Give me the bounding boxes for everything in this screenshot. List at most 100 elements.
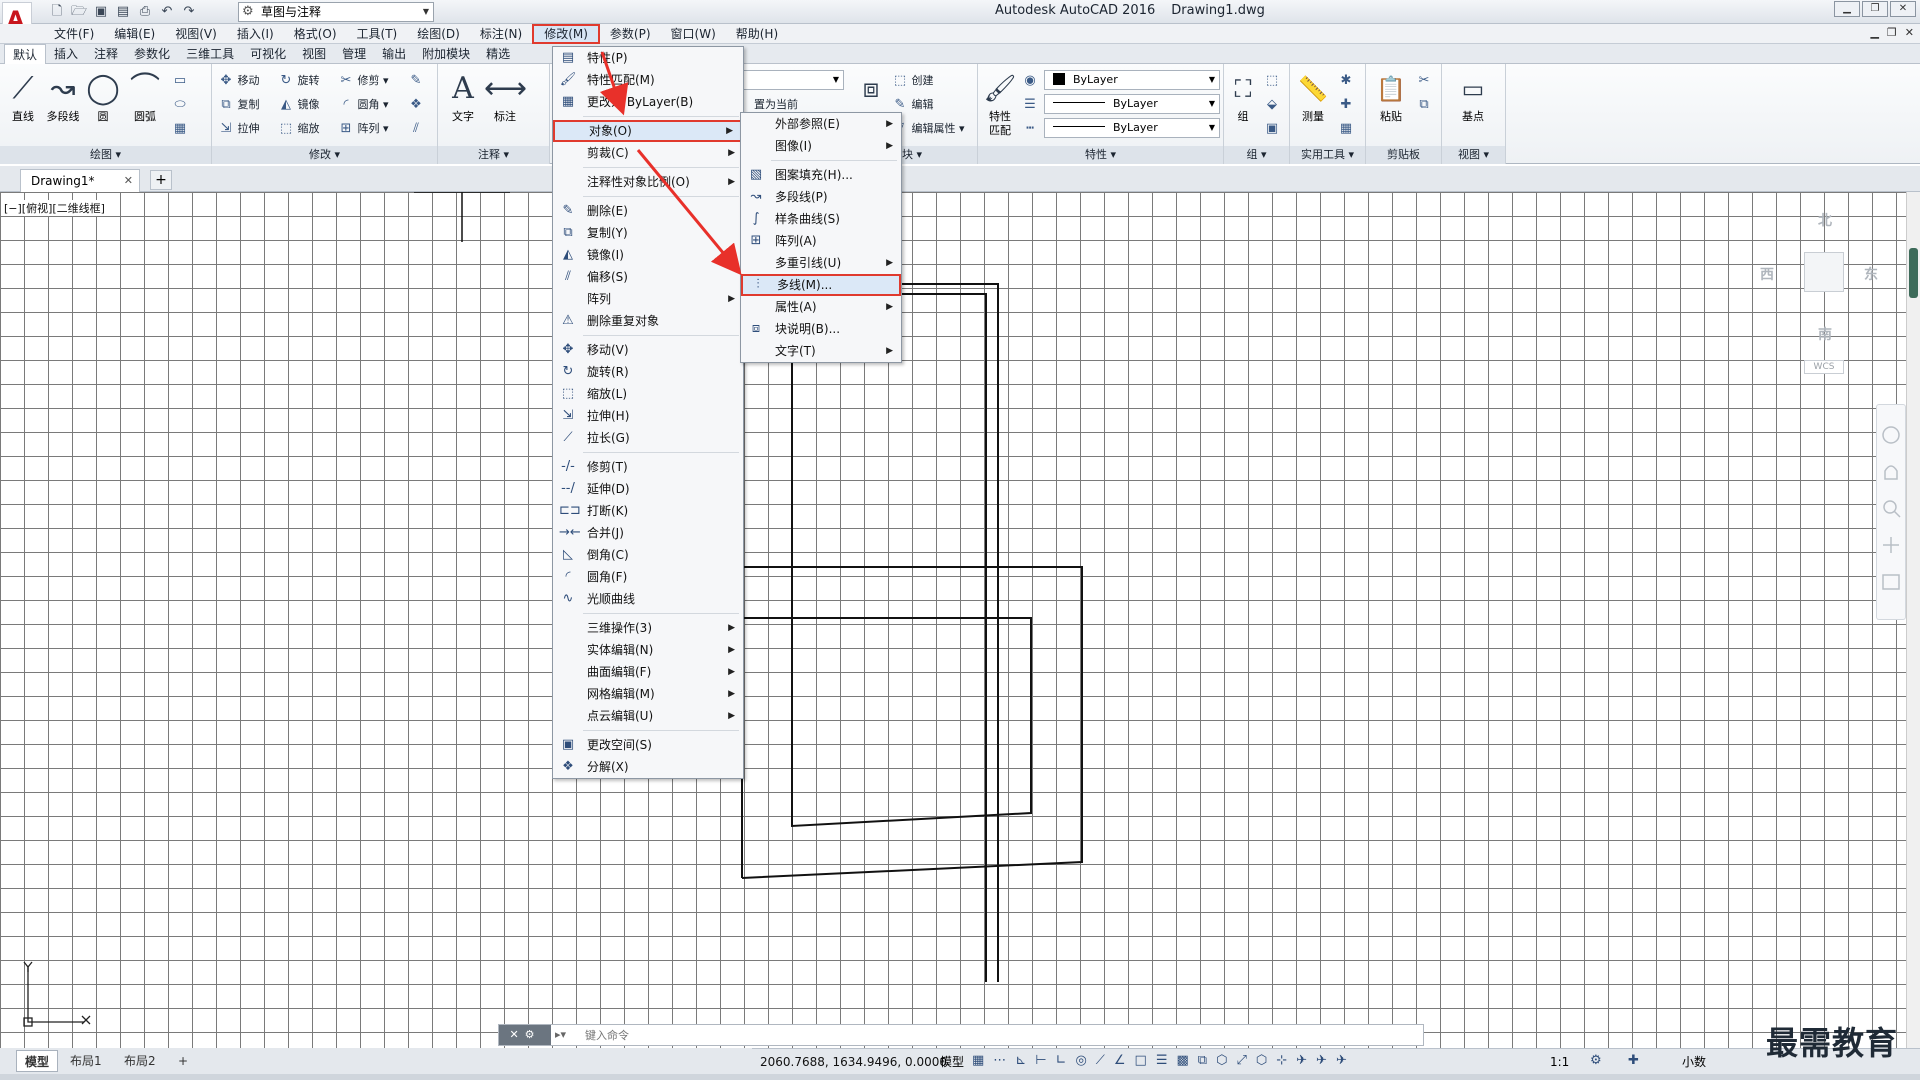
color-dropdown[interactable]: ByLayer ▼ xyxy=(1044,70,1220,90)
modify-menu-item-32[interactable]: 曲面编辑(F) ▶ xyxy=(553,661,743,683)
modify-menu-item-7[interactable]: 注释性对象比例(O) ▶ xyxy=(553,171,743,193)
color-wheel-button[interactable]: ◉ xyxy=(1022,70,1038,92)
rectangle-tool-button[interactable]: ▭ xyxy=(172,70,188,92)
modify-menu-item-28[interactable]: ∿ 光顺曲线 xyxy=(553,588,743,610)
model-space-toggle[interactable]: 模型 xyxy=(940,1049,964,1075)
object-submenu-item-5[interactable]: ∫ 样条曲线(S) xyxy=(741,208,901,230)
3d-osnap-icon[interactable]: ⬡ xyxy=(1216,1053,1227,1068)
dimension-tool-button[interactable]: ⟷ 标注 xyxy=(484,68,527,138)
quick-select-button[interactable]: ✱ xyxy=(1338,70,1354,92)
grid-icon[interactable]: ▦ xyxy=(972,1053,984,1068)
copy-button[interactable]: ⧉ 复制 xyxy=(218,94,259,116)
menu-item-8[interactable]: 修改(M) xyxy=(532,24,600,44)
modify-panel-title[interactable]: 修改 ▾ xyxy=(212,146,437,164)
trim-button[interactable]: ✂ 修剪 ▾ xyxy=(338,70,389,92)
modify-menu-item-26[interactable]: ◺ 倒角(C) xyxy=(553,544,743,566)
paste-button[interactable]: 📋 粘贴 xyxy=(1370,68,1412,138)
point-button[interactable]: ✚ xyxy=(1338,94,1354,116)
menu-item-10[interactable]: 窗口(W) xyxy=(661,24,726,44)
measure-button[interactable]: 📏 测量 xyxy=(1292,68,1334,138)
file-tab-drawing1[interactable]: Drawing1* ✕ xyxy=(20,169,140,192)
modify-menu-item-17[interactable]: ↻ 旋转(R) xyxy=(553,361,743,383)
calculator-button[interactable]: ▦ xyxy=(1338,118,1354,140)
dynamic-input-icon[interactable]: ⊢ xyxy=(1035,1053,1046,1068)
viewcube-north[interactable]: 北 xyxy=(1818,210,1832,230)
object-snap-icon[interactable]: □ xyxy=(1135,1053,1147,1068)
menu-item-9[interactable]: 参数(P) xyxy=(600,24,661,44)
ribbon-tab-0[interactable]: 默认 xyxy=(4,44,47,64)
ribbon-tab-7[interactable]: 管理 xyxy=(334,44,374,64)
object-submenu-item-3[interactable]: ▧ 图案填充(H)... xyxy=(741,164,901,186)
modify-menu-item-24[interactable]: ⊏⊐ 打断(K) xyxy=(553,500,743,522)
ribbon-tab-4[interactable]: 三维工具 xyxy=(178,44,242,64)
object-snap-tracking-icon[interactable]: ∠ xyxy=(1114,1053,1126,1068)
new-file-icon[interactable]: 🗋 xyxy=(48,3,66,21)
modify-menu-item-14[interactable]: ⚠ 删除重复对象 xyxy=(553,310,743,332)
annotation-monitor-icon[interactable]: ✚ xyxy=(1628,1053,1639,1068)
hatch-tool-button[interactable]: ▦ xyxy=(172,118,188,140)
draw-panel-title[interactable]: 绘图 ▾ xyxy=(0,146,211,164)
view-panel-title[interactable]: 视图 ▾ xyxy=(1442,146,1505,164)
ribbon-tab-5[interactable]: 可视化 xyxy=(242,44,294,64)
doc-minimize-icon[interactable]: ▁ xyxy=(1870,26,1878,39)
circle-tool-button[interactable]: ◯ 圆 xyxy=(82,68,124,138)
menu-item-11[interactable]: 帮助(H) xyxy=(726,24,788,44)
object-submenu-item-9[interactable]: 属性(A) ▶ xyxy=(741,296,901,318)
modify-menu-item-13[interactable]: 阵列 ▶ xyxy=(553,288,743,310)
polyline-tool-button[interactable]: ↝ 多段线 xyxy=(42,68,84,138)
modify-menu-item-31[interactable]: 实体编辑(N) ▶ xyxy=(553,639,743,661)
polar-tracking-icon[interactable]: ◎ xyxy=(1075,1053,1086,1068)
redo-icon[interactable]: ↷ xyxy=(180,3,198,21)
print-icon[interactable]: ⎙ xyxy=(136,3,154,21)
doc-close-icon[interactable]: ✕ xyxy=(1905,26,1914,39)
doc-restore-icon[interactable]: ❐ xyxy=(1887,26,1897,39)
rotate-button[interactable]: ↻ 旋转 xyxy=(278,70,320,92)
annotation-scale-icon[interactable]: ✈ xyxy=(1336,1053,1347,1068)
navigation-bar[interactable] xyxy=(1876,404,1906,620)
ribbon-tab-1[interactable]: 插入 xyxy=(46,44,86,64)
restore-button[interactable]: ❐ xyxy=(1862,1,1888,17)
ribbon-tab-10[interactable]: 精选 xyxy=(478,44,518,64)
scale-button[interactable]: ⬚ 缩放 xyxy=(278,118,320,140)
isodraft-icon[interactable]: ⟋ xyxy=(1096,1053,1105,1068)
stretch-button[interactable]: ⇲ 拉伸 xyxy=(218,118,260,140)
save-icon[interactable]: ▣ xyxy=(92,3,110,21)
modify-menu-item-34[interactable]: 点云编辑(U) ▶ xyxy=(553,705,743,727)
explode-button[interactable]: ❖ xyxy=(408,94,424,116)
object-submenu-item-6[interactable]: ⊞ 阵列(A) xyxy=(741,230,901,252)
lineweight-button[interactable]: ☰ xyxy=(1022,94,1038,116)
object-submenu-item-1[interactable]: 图像(I) ▶ xyxy=(741,135,901,157)
ribbon-tab-2[interactable]: 注释 xyxy=(86,44,126,64)
modify-menu-item-25[interactable]: →← 合并(J) xyxy=(553,522,743,544)
revision-tool-button[interactable]: ⬭ xyxy=(172,94,188,116)
viewcube[interactable]: 北 西 东 南 WCS xyxy=(1760,200,1880,390)
text-tool-button[interactable]: A 文字 xyxy=(442,68,484,138)
dynamic-ucs-icon[interactable]: ⤢ xyxy=(1236,1053,1246,1068)
modify-menu-item-37[interactable]: ❖ 分解(X) xyxy=(553,756,743,778)
gizmo-icon[interactable]: ⊹ xyxy=(1276,1053,1287,1068)
modify-menu-item-22[interactable]: -/- 修剪(T) xyxy=(553,456,743,478)
wcs-menu[interactable]: WCS xyxy=(1804,360,1844,374)
layout-tab-layout1[interactable]: 布局1 xyxy=(62,1050,110,1072)
infer-constraints-icon[interactable]: ⊾ xyxy=(1015,1053,1026,1068)
undo-icon[interactable]: ↶ xyxy=(158,3,176,21)
units-value[interactable]: 小数 xyxy=(1682,1049,1706,1075)
linetype-dropdown[interactable]: ByLayer ▼ xyxy=(1044,94,1220,114)
transparency-icon[interactable]: ▩ xyxy=(1177,1053,1189,1068)
object-submenu-item-4[interactable]: ↝ 多段线(P) xyxy=(741,186,901,208)
modify-menu-item-1[interactable]: 🖌 特性匹配(M) xyxy=(553,69,743,91)
utilities-panel-title[interactable]: 实用工具 ▾ xyxy=(1290,146,1365,164)
viewcube-west[interactable]: 西 xyxy=(1760,264,1774,284)
vertical-scrollbar[interactable] xyxy=(1906,192,1920,1048)
modify-menu-item-0[interactable]: ▤ 特性(P) xyxy=(553,47,743,69)
menu-item-0[interactable]: 文件(F) xyxy=(44,24,104,44)
modify-menu-item-5[interactable]: 剪裁(C) ▶ xyxy=(553,142,743,164)
command-prompt-icon[interactable]: ▸▾ xyxy=(555,1025,566,1045)
group-button[interactable]: ⛶ 组 xyxy=(1226,68,1260,138)
ribbon-tab-8[interactable]: 输出 xyxy=(374,44,414,64)
open-file-icon[interactable]: 🗁 xyxy=(70,3,88,21)
close-icon[interactable]: ✕ xyxy=(124,170,133,192)
offset-button[interactable]: ⫽ xyxy=(408,118,424,140)
modify-menu-item-18[interactable]: ⬚ 缩放(L) xyxy=(553,383,743,405)
viewcube-face[interactable] xyxy=(1804,252,1844,292)
